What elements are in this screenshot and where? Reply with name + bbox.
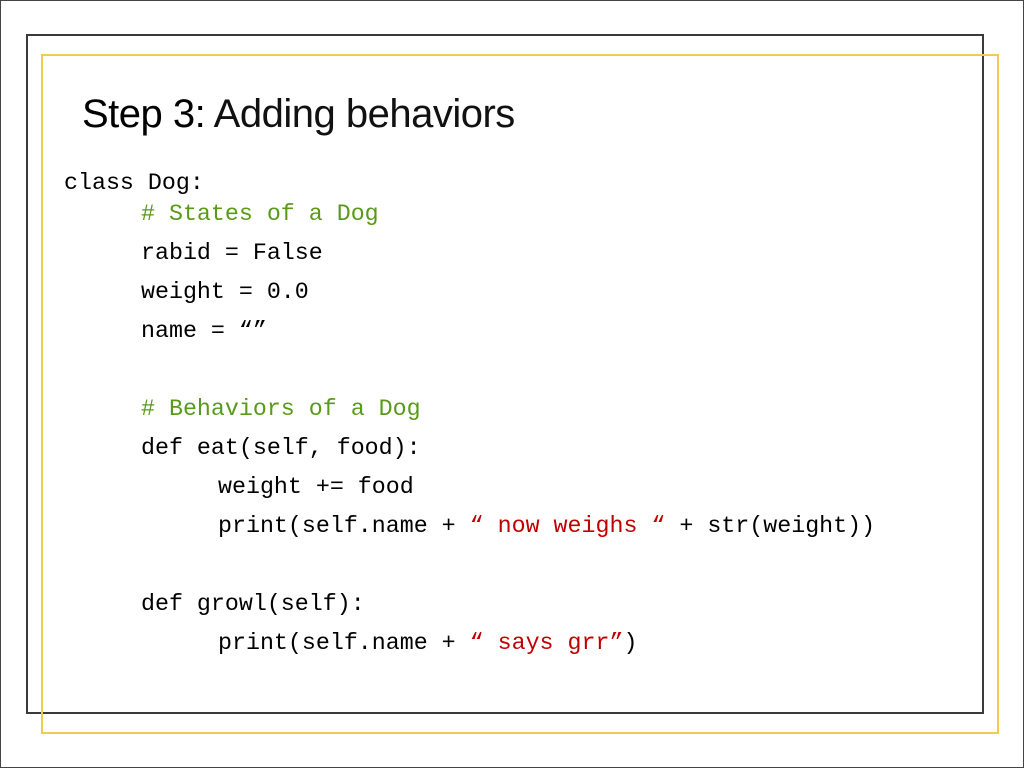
code-line-def-growl: def growl(self):	[141, 591, 365, 617]
code-comment-behaviors: # Behaviors of a Dog	[141, 396, 421, 422]
code-print-growl-post: )	[623, 630, 638, 656]
code-line-class: class Dog:	[64, 170, 204, 196]
code-line-print-eat: print(self.name + “ now weighs “ + str(w…	[218, 512, 875, 540]
code-line-rabid: rabid = False	[141, 240, 323, 266]
code-line-weight-inc: weight += food	[218, 474, 414, 500]
code-block: class Dog: # States of a Dog rabid = Fal…	[64, 0, 875, 656]
code-line-print-growl: print(self.name + “ says grr”)	[218, 629, 637, 657]
code-line-def-eat: def eat(self, food):	[141, 435, 421, 461]
title-text: Adding behaviors	[205, 92, 516, 136]
code-line-name: name = “”	[141, 318, 267, 344]
slide-title: Step 3: Adding behaviors	[82, 92, 515, 137]
code-print-growl-string: “ says grr”	[469, 630, 624, 656]
code-comment-states: # States of a Dog	[141, 201, 379, 227]
code-print-eat-string: “ now weighs “	[469, 513, 666, 539]
code-line-weight: weight = 0.0	[141, 279, 309, 305]
title-prefix: Step 3:	[82, 92, 206, 136]
code-print-eat-pre: print(self.name +	[218, 513, 470, 539]
code-print-eat-post: + str(weight))	[665, 513, 876, 539]
code-print-growl-pre: print(self.name +	[218, 630, 470, 656]
